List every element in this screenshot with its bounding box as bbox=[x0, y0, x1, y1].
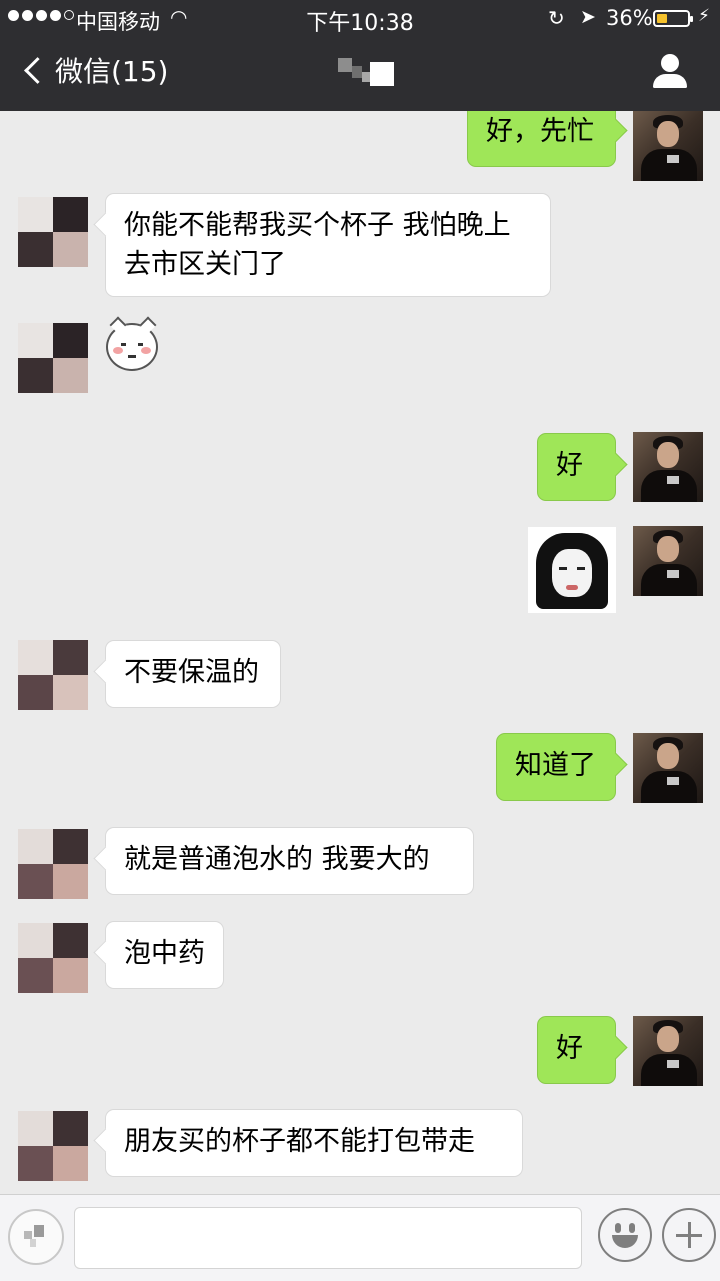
message-bubble[interactable]: 就是普通泡水的 我要大的 bbox=[105, 827, 474, 895]
message-row: 好，先忙 bbox=[0, 111, 720, 181]
chat-title-pixelated bbox=[338, 58, 394, 86]
message-row: 你能不能帮我买个杯子 我怕晚上去市区关门了 bbox=[0, 193, 720, 297]
charging-icon: ⚡ bbox=[698, 6, 710, 26]
friend-avatar[interactable] bbox=[18, 829, 88, 899]
message-bubble[interactable]: 你能不能帮我买个杯子 我怕晚上去市区关门了 bbox=[105, 193, 551, 297]
girl-meme-sticker[interactable] bbox=[528, 527, 616, 613]
message-row: 好 bbox=[0, 431, 720, 503]
friend-avatar[interactable] bbox=[18, 1111, 88, 1181]
message-row bbox=[0, 525, 720, 615]
location-icon: ➤ bbox=[580, 6, 596, 28]
back-button[interactable]: 微信(15) bbox=[22, 50, 168, 90]
rotation-lock-icon: ↻ bbox=[548, 6, 565, 30]
message-row: 朋友买的杯子都不能打包带走 bbox=[0, 1109, 720, 1181]
my-avatar[interactable] bbox=[633, 526, 703, 596]
chat-info-button[interactable] bbox=[650, 52, 690, 92]
message-row: 知道了 bbox=[0, 733, 720, 805]
input-bar bbox=[0, 1194, 720, 1281]
chevron-left-icon bbox=[24, 56, 51, 84]
friend-avatar[interactable] bbox=[18, 923, 88, 993]
message-row: 就是普通泡水的 我要大的 bbox=[0, 827, 720, 899]
voice-input-button[interactable] bbox=[8, 1209, 64, 1265]
status-bar: 中国移动 ◠ 下午10:38 ↻ ➤ 36% ⚡ bbox=[0, 0, 720, 36]
message-bubble[interactable]: 知道了 bbox=[496, 733, 616, 801]
more-options-button[interactable] bbox=[662, 1208, 716, 1262]
nav-bar: 微信(15) bbox=[0, 40, 720, 110]
my-avatar[interactable] bbox=[633, 1016, 703, 1086]
top-bar: 中国移动 ◠ 下午10:38 ↻ ➤ 36% ⚡ 微信(15) bbox=[0, 0, 720, 111]
person-icon bbox=[661, 54, 679, 72]
my-avatar[interactable] bbox=[633, 111, 703, 181]
battery-icon bbox=[653, 10, 693, 27]
my-avatar[interactable] bbox=[633, 432, 703, 502]
friend-avatar[interactable] bbox=[18, 640, 88, 710]
message-bubble[interactable]: 好 bbox=[537, 1016, 616, 1084]
message-input[interactable] bbox=[74, 1207, 582, 1269]
battery-fill bbox=[657, 14, 667, 23]
my-avatar[interactable] bbox=[633, 733, 703, 803]
message-list[interactable]: 好，先忙 你能不能帮我买个杯子 我怕晚上去市区关门了 好 不要保温的 知道了 就… bbox=[0, 111, 720, 1194]
back-label: 微信(15) bbox=[55, 55, 169, 88]
battery-percentage: 36% bbox=[606, 6, 653, 30]
friend-avatar[interactable] bbox=[18, 197, 88, 267]
message-bubble[interactable]: 泡中药 bbox=[105, 921, 224, 989]
message-bubble[interactable]: 好 bbox=[537, 433, 616, 501]
message-bubble[interactable]: 不要保温的 bbox=[105, 640, 281, 708]
message-bubble[interactable]: 朋友买的杯子都不能打包带走 bbox=[105, 1109, 523, 1177]
message-row: 好 bbox=[0, 1016, 720, 1088]
cat-blush-sticker[interactable] bbox=[106, 316, 158, 371]
message-bubble[interactable]: 好，先忙 bbox=[467, 111, 616, 167]
emoji-button[interactable] bbox=[598, 1208, 652, 1262]
message-row: 不要保温的 bbox=[0, 638, 720, 710]
message-row bbox=[0, 316, 720, 393]
message-row: 泡中药 bbox=[0, 921, 720, 993]
friend-avatar[interactable] bbox=[18, 323, 88, 393]
